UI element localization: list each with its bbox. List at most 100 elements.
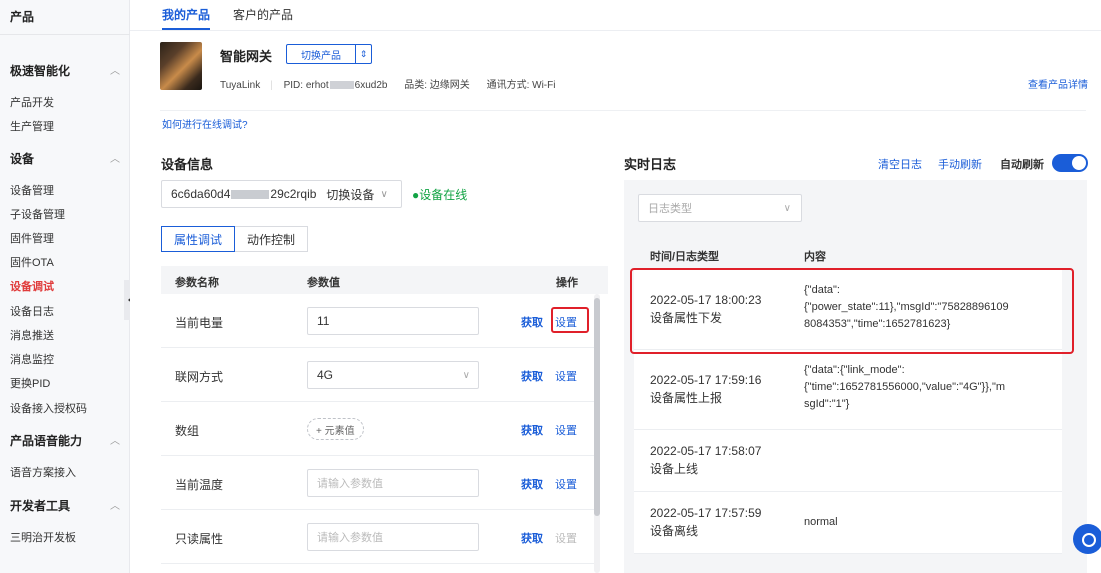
divider: | <box>270 80 273 91</box>
sidebar-item-firmware-mgmt[interactable]: 固件管理 <box>10 230 54 246</box>
device-select[interactable]: 6c6da60d4 29c2rqib 切换设备 ∨ <box>161 180 402 208</box>
debug-subtabs: 属性调试 动作控制 <box>161 226 309 252</box>
sidebar-item-voice-solution[interactable]: 语音方案接入 <box>10 464 76 480</box>
sidebar-item-product-dev[interactable]: 产品开发 <box>10 94 54 110</box>
param-name: 当前电量 <box>175 316 224 330</box>
product-pid-suffix: 6xud2b <box>354 80 388 91</box>
get-button[interactable]: 获取 <box>521 530 543 546</box>
auto-refresh-toggle[interactable] <box>1052 154 1088 172</box>
auto-refresh-label: 自动刷新 <box>1000 159 1044 171</box>
param-table-scrollbar[interactable] <box>594 294 600 573</box>
add-element-button[interactable]: + 元素值 <box>307 418 364 440</box>
log-time: 2022-05-17 17:59:16 <box>650 373 762 387</box>
realtime-log-title: 实时日志 <box>624 157 677 172</box>
clear-log-button[interactable]: 清空日志 <box>878 156 922 172</box>
col-content: 内容 <box>804 251 826 263</box>
tab-my-products[interactable]: 我的产品 <box>162 6 211 30</box>
device-id-suffix: 29c2rqib <box>270 187 317 201</box>
sidebar-item-device-debug[interactable]: 设备调试 <box>10 278 54 294</box>
highlight-box <box>630 268 1074 354</box>
sidebar-group-voice[interactable]: 产品语音能力 ︿ <box>10 432 120 449</box>
log-row: 2022-05-17 17:58:07 设备上线 <box>634 430 1062 492</box>
chevron-down-icon: ∨ <box>783 202 791 214</box>
param-value-select[interactable]: 4G ∨ <box>307 361 479 389</box>
product-category: 品类: 边缘网关 <box>404 80 470 91</box>
device-id-prefix: 6c6da60d4 <box>171 187 231 201</box>
howto-debug-link[interactable]: 如何进行在线调试? <box>162 116 248 131</box>
sidebar-group-label: 开发者工具 <box>10 499 71 513</box>
product-meta: TuyaLink | PID: erhot 6xud2b 品类: 边缘网关 通讯方式… <box>220 76 569 91</box>
set-button[interactable]: 设置 <box>555 422 577 438</box>
get-button[interactable]: 获取 <box>521 422 543 438</box>
table-row: 数组 + 元素值 获取 设置 <box>161 402 595 456</box>
param-value-input[interactable]: 请输入参数值 <box>307 469 479 497</box>
log-type-placeholder: 日志类型 <box>648 203 692 215</box>
param-table-header: 参数名称 参数值 操作 <box>161 266 608 294</box>
tab-customer-products[interactable]: 客户的产品 <box>233 6 293 23</box>
log-time: 2022-05-17 17:57:59 <box>650 506 762 520</box>
log-type: 设备属性上报 <box>650 391 723 405</box>
get-button[interactable]: 获取 <box>521 476 543 492</box>
sidebar-group-fast-smart[interactable]: 极速智能化 ︿ <box>10 62 120 79</box>
sidebar-item-firmware-ota[interactable]: 固件OTA <box>10 254 54 270</box>
log-type: 设备上线 <box>650 462 699 476</box>
col-time-type: 时间/日志类型 <box>650 251 720 263</box>
switch-device-label: 切换设备 <box>326 187 375 202</box>
sidebar-item-device-mgmt[interactable]: 设备管理 <box>10 182 54 198</box>
sidebar-item-production[interactable]: 生产管理 <box>10 118 54 134</box>
divider <box>160 110 1086 111</box>
chevron-down-icon: ∨ <box>462 369 470 381</box>
param-name: 数组 <box>175 424 200 438</box>
param-value-input[interactable]: 11 <box>307 307 479 335</box>
sidebar-group-label: 产品语音能力 <box>10 434 83 448</box>
switch-product-label: 切换产品 <box>301 50 341 62</box>
switch-product-button[interactable]: 切换产品 ⇕ <box>286 44 372 64</box>
set-button[interactable]: 设置 <box>555 476 577 492</box>
sidebar-group-dev-tools[interactable]: 开发者工具 ︿ <box>10 497 120 514</box>
sidebar: 产品 极速智能化 ︿ 产品开发 生产管理 设备 ︿ 设备管理 子设备管理 固件管理 … <box>0 0 130 573</box>
get-button[interactable]: 获取 <box>521 368 543 384</box>
view-product-detail-link[interactable]: 查看产品详情 <box>1028 76 1088 91</box>
param-name: 当前温度 <box>175 478 224 492</box>
log-row: 2022-05-17 17:59:16 设备属性上报 {"data":{"lin… <box>634 350 1062 430</box>
sidebar-group-device[interactable]: 设备 ︿ <box>10 150 120 167</box>
sidebar-group-label: 设备 <box>10 152 35 166</box>
table-row: 当前温度 请输入参数值 获取 设置 <box>161 456 595 510</box>
product-pid-prefix: PID: erhot <box>283 80 329 91</box>
get-button[interactable]: 获取 <box>521 314 543 330</box>
product-brand: TuyaLink <box>220 80 261 91</box>
param-table: 参数名称 参数值 操作 当前电量 11 获取 设置 联网方式 4G ∨ 获取 设置… <box>161 266 608 573</box>
set-button[interactable]: 设置 <box>555 530 577 546</box>
tab-action-control[interactable]: 动作控制 <box>235 226 309 252</box>
redacted-mask <box>231 189 270 199</box>
sidebar-item-change-pid[interactable]: 更换PID <box>10 375 50 391</box>
sidebar-title: 产品 <box>10 10 35 24</box>
device-online-status: ●设备在线 <box>412 188 468 202</box>
scrollbar-thumb[interactable] <box>594 298 600 516</box>
log-type-select[interactable]: 日志类型 ∨ <box>638 194 802 222</box>
sidebar-item-subdevice-mgmt[interactable]: 子设备管理 <box>10 206 65 222</box>
chevron-down-icon: ∨ <box>380 188 388 200</box>
help-float-button[interactable] <box>1073 524 1101 554</box>
table-row: 当前电量 11 获取 设置 <box>161 294 595 348</box>
tab-property-debug[interactable]: 属性调试 <box>161 226 236 252</box>
selected-value: 4G <box>317 368 334 382</box>
sidebar-item-sandwich-board[interactable]: 三明治开发板 <box>10 529 76 545</box>
highlight-box <box>551 307 589 333</box>
sidebar-item-device-log[interactable]: 设备日志 <box>10 303 54 319</box>
sidebar-item-message-monitor[interactable]: 消息监控 <box>10 351 54 367</box>
sidebar-item-message-push[interactable]: 消息推送 <box>10 327 54 343</box>
chevron-up-icon: ︿ <box>110 501 120 512</box>
redacted-mask <box>329 81 354 90</box>
log-row: 2022-05-17 17:57:59 设备离线 normal <box>634 492 1062 554</box>
sidebar-item-auth-code[interactable]: 设备接入授权码 <box>10 400 87 416</box>
divider <box>130 30 1101 31</box>
set-button[interactable]: 设置 <box>555 368 577 384</box>
table-row: 联网方式 4G ∨ 获取 设置 <box>161 348 595 402</box>
manual-refresh-button[interactable]: 手动刷新 <box>938 156 982 172</box>
param-value-input[interactable]: 请输入参数值 <box>307 523 479 551</box>
log-content: normal <box>804 516 838 528</box>
log-panel: 日志类型 ∨ 时间/日志类型 内容 2022-05-17 18:00:23 设备属… <box>624 180 1087 573</box>
chevron-up-icon: ︿ <box>110 66 120 77</box>
param-name: 联网方式 <box>175 370 224 384</box>
